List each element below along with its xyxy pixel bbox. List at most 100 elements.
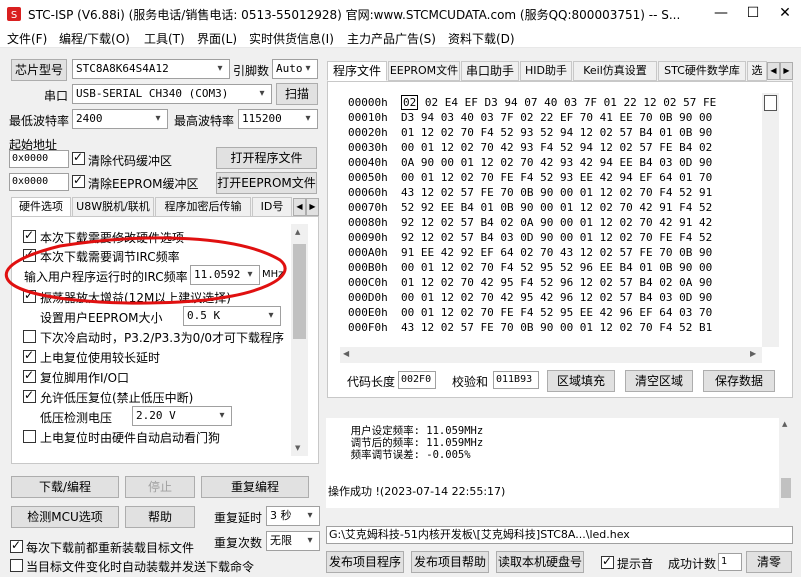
chip-type-select[interactable]: STC8A8K64S4A12 ▾ bbox=[72, 59, 230, 79]
log-output[interactable]: 用户设定频率: 11.059MHz 调节后的频率: 11.059MHz 频率调节… bbox=[326, 418, 780, 508]
hex-view[interactable]: 00000h 02 02 E4 EF D3 94 07 40 03 7F 01 … bbox=[340, 92, 780, 347]
download-button[interactable]: 下载/编程 bbox=[11, 476, 119, 498]
auto-send-checkbox[interactable] bbox=[10, 559, 23, 572]
tab-eeprom-file[interactable]: EEPROM文件 bbox=[388, 61, 460, 81]
long-delay-checkbox[interactable] bbox=[23, 348, 36, 363]
pins-select[interactable]: Auto ▾ bbox=[272, 59, 318, 79]
tab-hardware-options[interactable]: 硬件选项 bbox=[11, 197, 71, 217]
hex-vscroll[interactable] bbox=[762, 93, 779, 347]
hex-address: 000C0h bbox=[348, 276, 388, 289]
hex-address: 00070h bbox=[348, 201, 388, 214]
hex-address: 000E0h bbox=[348, 306, 388, 319]
tab-keil-settings[interactable]: Keil仿真设置 bbox=[573, 61, 657, 81]
hex-bytes: 00 01 12 02 70 42 95 42 96 12 02 57 B4 0… bbox=[401, 291, 713, 304]
chevron-down-icon: ▾ bbox=[155, 113, 161, 124]
clear-region-button[interactable]: 清空区域 bbox=[625, 370, 693, 392]
watchdog-label: 上电复位时由硬件自动启动看门狗 bbox=[40, 431, 221, 445]
hex-cursor: 02 bbox=[401, 95, 419, 110]
hex-address: 00090h bbox=[348, 231, 388, 244]
log-vscroll[interactable]: ▲ bbox=[779, 418, 793, 508]
cold-start-checkbox[interactable] bbox=[23, 330, 36, 343]
hex-address: 000D0h bbox=[348, 291, 388, 304]
repeat-delay-select[interactable]: 3 秒 ▾ bbox=[266, 506, 320, 526]
file-path-field: G:\艾克姆科技-51内核开发板\[艾克姆科技]STC8A...\led.hex bbox=[326, 526, 793, 544]
tab-scroll-left[interactable]: ◀ bbox=[293, 198, 306, 216]
chip-type-button[interactable]: 芯片型号 bbox=[11, 59, 67, 81]
menu-supply[interactable]: 实时供货信息(I) bbox=[249, 30, 334, 47]
scroll-thumb[interactable] bbox=[781, 478, 791, 498]
tab-encrypted-transfer[interactable]: 程序加密后传输 bbox=[155, 197, 251, 217]
menu-file[interactable]: 文件(F) bbox=[7, 30, 47, 47]
minimize-button[interactable]: — bbox=[705, 2, 737, 26]
repeat-count-select[interactable]: 无限 ▾ bbox=[266, 531, 320, 551]
menu-interface[interactable]: 界面(L) bbox=[197, 30, 237, 47]
hex-bytes: 01 12 02 70 42 95 F4 52 96 12 02 57 B4 0… bbox=[401, 276, 713, 289]
clear-code-checkbox[interactable] bbox=[72, 150, 85, 165]
lvd-reset-label: 允许低压复位(禁止低压中断) bbox=[40, 391, 194, 405]
hex-bytes: 52 92 EE B4 01 0B 90 00 01 12 02 70 42 9… bbox=[401, 201, 713, 214]
lvd-voltage-select[interactable]: 2.20 V ▾ bbox=[132, 406, 232, 426]
min-baud-select[interactable]: 2400 ▾ bbox=[72, 109, 168, 129]
scan-button[interactable]: 扫描 bbox=[276, 83, 318, 105]
close-button[interactable]: ✕ bbox=[769, 2, 801, 26]
tab-u8w[interactable]: U8W脱机/联机 bbox=[72, 197, 154, 217]
tab-scroll-left[interactable]: ◀ bbox=[767, 62, 780, 80]
hex-row: 00020h 01 12 02 70 F4 52 93 52 94 12 02 … bbox=[348, 126, 712, 141]
watchdog-checkbox[interactable] bbox=[23, 430, 36, 443]
lvd-reset-checkbox[interactable] bbox=[23, 388, 36, 403]
stop-button[interactable]: 停止 bbox=[125, 476, 195, 498]
code-start-addr-input[interactable]: 0x0000 bbox=[9, 150, 69, 168]
hex-row: 00030h 00 01 12 02 70 42 93 F4 52 94 12 … bbox=[348, 141, 712, 156]
min-baud-value: 2400 bbox=[76, 112, 103, 125]
hex-bytes: 43 12 02 57 FE 70 0B 90 00 01 12 02 70 F… bbox=[401, 186, 713, 199]
reprogram-button[interactable]: 重复编程 bbox=[201, 476, 309, 498]
tab-id[interactable]: ID号 bbox=[252, 197, 292, 217]
chevron-down-icon: ▾ bbox=[219, 410, 225, 421]
success-count-label: 成功计数 bbox=[668, 557, 717, 571]
menu-downloads[interactable]: 资料下载(D) bbox=[448, 30, 515, 47]
publish-program-button[interactable]: 发布项目程序 bbox=[326, 551, 404, 573]
tab-serial-helper[interactable]: 串口助手 bbox=[461, 61, 519, 81]
reload-each-checkbox[interactable] bbox=[10, 538, 23, 553]
max-baud-label: 最高波特率 bbox=[174, 114, 235, 128]
open-eeprom-button[interactable]: 打开EEPROM文件 bbox=[216, 172, 317, 194]
tab-scroll-right[interactable]: ▶ bbox=[780, 62, 793, 80]
tab-hid-helper[interactable]: HID助手 bbox=[520, 61, 572, 81]
port-select[interactable]: USB-SERIAL CH340 (COM3) ▾ bbox=[72, 84, 272, 104]
read-disk-button[interactable]: 读取本机硬盘号 bbox=[496, 551, 584, 573]
menu-ads[interactable]: 主力产品广告(S) bbox=[347, 30, 436, 47]
clear-eeprom-checkbox[interactable] bbox=[72, 173, 85, 188]
fill-region-button[interactable]: 区域填充 bbox=[547, 370, 615, 392]
max-baud-select[interactable]: 115200 ▾ bbox=[238, 109, 318, 129]
repeat-count-label: 重复次数 bbox=[214, 536, 263, 550]
open-program-button[interactable]: 打开程序文件 bbox=[216, 147, 317, 169]
eeprom-start-addr-input[interactable]: 0x0000 bbox=[9, 173, 69, 191]
tab-scroll-right[interactable]: ▶ bbox=[306, 198, 319, 216]
long-delay-label: 上电复位使用较长延时 bbox=[40, 351, 161, 365]
publish-help-button[interactable]: 发布项目帮助 bbox=[411, 551, 489, 573]
annotation-ellipse bbox=[4, 236, 287, 305]
hex-row: 00040h 0A 90 00 01 12 02 70 42 93 42 94 … bbox=[348, 156, 712, 171]
menu-tools[interactable]: 工具(T) bbox=[144, 30, 185, 47]
detect-mcu-button[interactable]: 检测MCU选项 bbox=[11, 506, 119, 528]
title-bar: S STC-ISP (V6.88i) (服务电话/销售电话: 0513-5501… bbox=[0, 0, 801, 28]
hex-bytes: 92 12 02 57 B4 02 0A 90 00 01 12 02 70 4… bbox=[401, 216, 713, 229]
hex-hscroll[interactable]: ◀ ▶ bbox=[340, 347, 762, 363]
port-label: 串口 bbox=[44, 89, 69, 103]
clear-count-button[interactable]: 清零 bbox=[746, 551, 792, 573]
tab-math-library[interactable]: STC硬件数学库 bbox=[658, 61, 746, 81]
hex-bytes: 00 01 12 02 70 FE F4 52 93 EE 42 94 EF 6… bbox=[401, 171, 713, 184]
reset-pin-io-checkbox[interactable] bbox=[23, 368, 36, 383]
menu-program[interactable]: 编程/下载(O) bbox=[59, 30, 130, 47]
chevron-down-icon: ▾ bbox=[305, 113, 311, 124]
log-line: 用户设定频率: 11.059MHz bbox=[338, 425, 484, 437]
beep-checkbox[interactable] bbox=[601, 554, 614, 569]
tab-program-file[interactable]: 程序文件 bbox=[327, 61, 387, 81]
hex-row: 00080h 92 12 02 57 B4 02 0A 90 00 01 12 … bbox=[348, 216, 712, 231]
save-data-button[interactable]: 保存数据 bbox=[703, 370, 775, 392]
maximize-button[interactable]: ☐ bbox=[737, 2, 769, 26]
scroll-thumb[interactable] bbox=[764, 95, 777, 111]
tab-more[interactable]: 选 bbox=[747, 61, 767, 81]
min-baud-label: 最低波特率 bbox=[9, 114, 70, 128]
help-button[interactable]: 帮助 bbox=[125, 506, 195, 528]
